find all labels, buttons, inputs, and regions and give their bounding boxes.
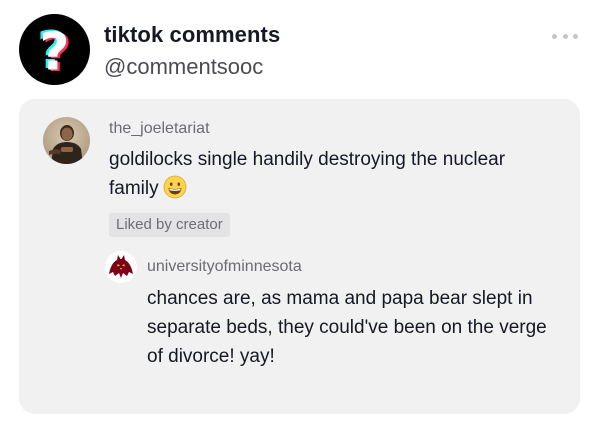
reply-text: chances are, as mama and papa bear slept… <box>147 288 547 367</box>
reply-username[interactable]: universityofminnesota <box>147 257 302 277</box>
question-mark-icon: ? ? ? <box>37 21 72 84</box>
account-handle[interactable]: @commentsooc <box>104 54 263 80</box>
liked-by-creator-badge: Liked by creator <box>109 213 230 237</box>
comment-avatar[interactable] <box>43 117 90 164</box>
user-photo-icon <box>43 117 90 164</box>
profile-avatar[interactable]: ? ? ? <box>19 14 90 85</box>
gopher-logo-icon <box>105 251 137 283</box>
reply-avatar[interactable] <box>105 251 137 283</box>
svg-text:?: ? <box>39 23 69 83</box>
comment-card: the_joeletariat goldilocks single handil… <box>19 99 580 414</box>
comment-username[interactable]: the_joeletariat <box>109 119 210 139</box>
more-dots-icon[interactable] <box>552 30 578 42</box>
comment-body: goldilocks single handily destroying the… <box>109 145 529 203</box>
grinning-face-icon <box>163 175 187 199</box>
account-name[interactable]: tiktok comments <box>104 22 280 48</box>
